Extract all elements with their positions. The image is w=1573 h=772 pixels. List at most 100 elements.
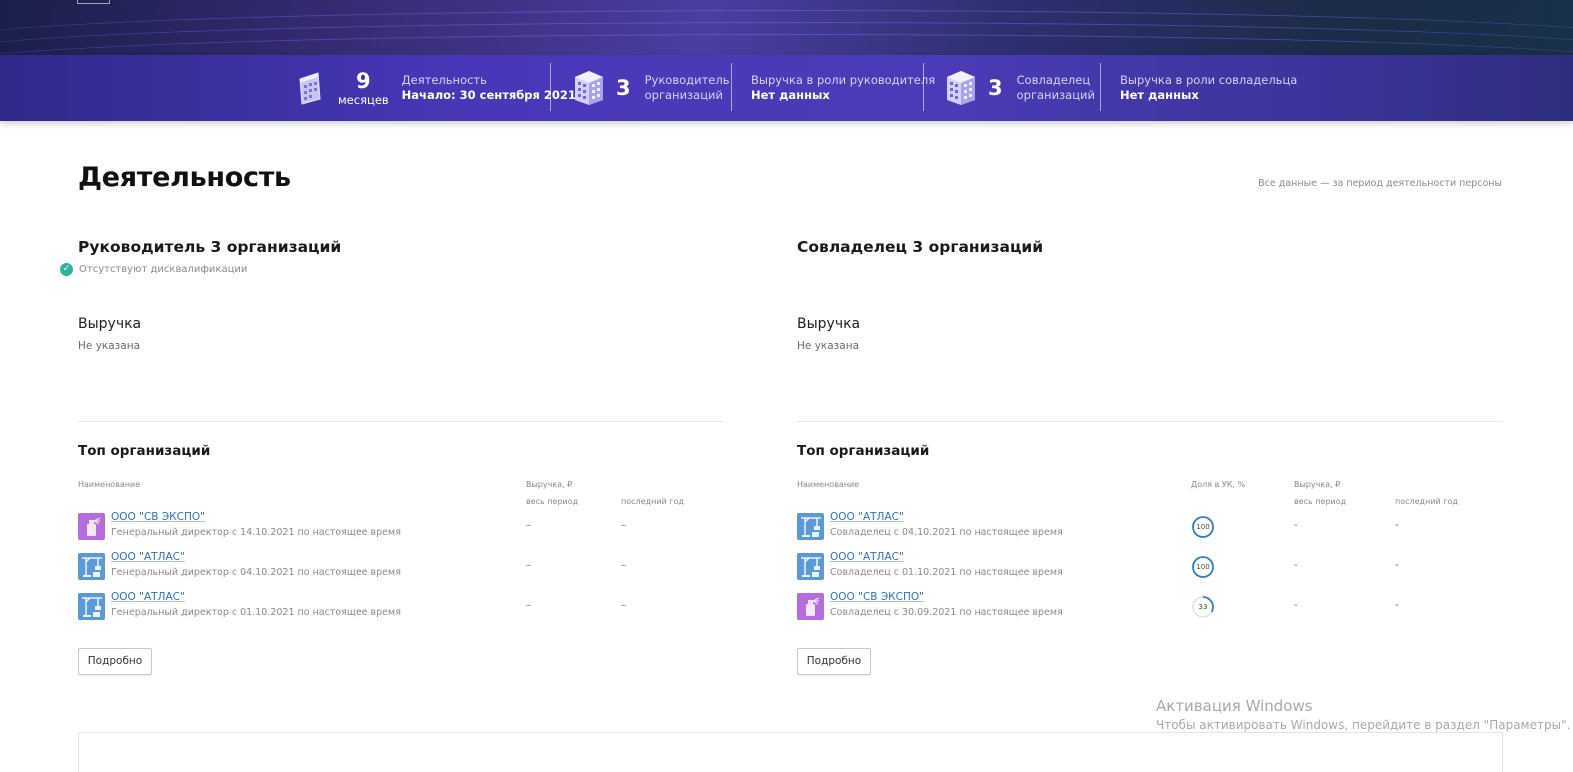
org-spray-icon: [797, 593, 824, 620]
org-name-link[interactable]: ООО "СВ ЭКСПО": [830, 591, 924, 603]
org-role: Совладелец с 01.10.2021 по настоящее вре…: [830, 567, 1063, 578]
stat-head-revenue: Выручка в роли руководителя Нет данных: [751, 55, 935, 121]
building-icon: [575, 71, 603, 105]
head-section-title-wrap: Руководитель 3 организаций: [78, 238, 341, 256]
org-name-link[interactable]: ООО "АТЛАС": [111, 591, 185, 603]
revenue-lastyear: -: [1395, 600, 1399, 611]
col-lastyear-header: последний год: [1395, 497, 1458, 506]
org-role: Генеральный директор с 04.10.2021 по нас…: [111, 567, 401, 578]
table-row: ООО "СВ ЭКСПО" Генеральный директор с 14.…: [78, 511, 723, 543]
head-revenue-text: Не указана: [78, 340, 141, 352]
hero-corner-element: [77, 0, 110, 4]
revenue-period: -: [1294, 520, 1298, 531]
org-role: Генеральный директор с 14.10.2021 по нас…: [111, 527, 401, 538]
divider: [731, 63, 732, 111]
col-name-header: Наименование: [78, 480, 141, 489]
org-name-link[interactable]: ООО "АТЛАС": [830, 511, 904, 523]
share-value: 100: [1196, 523, 1210, 531]
share-value: 33: [1198, 603, 1208, 611]
watermark-text: Чтобы активировать Windows, перейдите в …: [1156, 718, 1571, 732]
col-revenue-header: Выручка, ₽: [526, 480, 573, 489]
owner-revenue-label: Выручка в роли совладельца: [1120, 73, 1298, 87]
head-count: 3: [616, 76, 631, 100]
owner-label-1: Совладелец: [1016, 73, 1091, 87]
org-crane-icon: [78, 593, 105, 620]
org-icon: [797, 553, 824, 580]
head-revenue-label: Выручка в роли руководителя: [751, 73, 936, 87]
table-row: ООО "АТЛАС" Совладелец с 01.10.2021 по на…: [797, 551, 1503, 583]
head-details-button[interactable]: Подробно: [78, 648, 152, 675]
org-crane-icon: [797, 513, 824, 540]
revenue-period: –: [526, 520, 531, 531]
org-icon: [797, 513, 824, 540]
revenue-lastyear: –: [621, 520, 626, 531]
owner-count: 3: [988, 76, 1003, 100]
org-crane-icon: [797, 553, 824, 580]
revenue-lastyear: -: [1395, 560, 1399, 571]
windows-activation-watermark: Активация Windows Чтобы активировать Win…: [1156, 697, 1570, 732]
revenue-period: -: [1294, 560, 1298, 571]
col-period-header: весь период: [526, 497, 579, 506]
org-crane-icon: [78, 553, 105, 580]
org-icon: [797, 593, 824, 620]
col-period-header: весь период: [1294, 497, 1347, 506]
building-icon: [947, 71, 975, 105]
owner-revenue-title: Выручка: [797, 316, 861, 332]
revenue-period: -: [1294, 600, 1298, 611]
revenue-period: –: [526, 560, 531, 571]
org-icon: [78, 553, 105, 580]
owner-top-title: Топ организаций: [797, 443, 930, 459]
col-name-header: Наименование: [797, 480, 860, 489]
stat-activity: 9 месяцев Деятельность Начало: 30 сентяб…: [298, 55, 576, 121]
org-role: Генеральный директор с 01.10.2021 по нас…: [111, 607, 401, 618]
owner-revenue-text: Не указана: [797, 340, 860, 352]
owner-label-2: организаций: [1016, 88, 1095, 102]
stats-bar: 9 месяцев Деятельность Начало: 30 сентяб…: [0, 55, 1573, 121]
divider: [550, 63, 551, 111]
table-row: ООО "СВ ЭКСПО" Совладелец с 30.09.2021 по…: [797, 591, 1503, 623]
table-row: ООО "АТЛАС" Генеральный директор с 04.10.…: [78, 551, 723, 583]
divider-line: [797, 421, 1503, 422]
divider-line: [78, 421, 723, 422]
head-label-1: Руководитель: [644, 73, 730, 87]
col-revenue-header: Выручка, ₽: [1294, 480, 1341, 489]
head-top-title: Топ организаций: [78, 443, 211, 459]
disqualification-text: Отсутствуют дисквалификации: [79, 264, 248, 275]
page-title: Деятельность: [78, 162, 291, 193]
stat-owner-revenue: Выручка в роли совладельца Нет данных: [1120, 55, 1297, 121]
head-section-title: Руководитель 3 организаций: [78, 238, 342, 256]
revenue-lastyear: –: [621, 560, 626, 571]
head-label-2: организаций: [644, 88, 723, 102]
share-value: 100: [1196, 563, 1210, 571]
table-row: ООО "АТЛАС" Генеральный директор с 01.10.…: [78, 591, 723, 623]
owner-section-title-wrap: Совладелец 3 организаций: [797, 238, 1043, 256]
hero-banner: [0, 0, 1573, 55]
check-icon: ✓: [60, 263, 73, 276]
col-lastyear-header: последний год: [621, 497, 684, 506]
divider: [923, 63, 924, 111]
org-role: Совладелец с 04.10.2021 по настоящее вре…: [830, 527, 1063, 538]
org-spray-icon: [78, 513, 105, 540]
revenue-lastyear: –: [621, 600, 626, 611]
share-ring: 33: [1191, 595, 1214, 618]
share-ring: 100: [1191, 555, 1214, 578]
org-name-link[interactable]: ООО "АТЛАС": [111, 551, 185, 563]
owner-section-title: Совладелец 3 организаций: [797, 238, 1044, 256]
revenue-lastyear: -: [1395, 520, 1399, 531]
col-share-header: Доля в УК, %: [1191, 480, 1246, 489]
org-icon: [78, 593, 105, 620]
owner-details-button[interactable]: Подробно: [797, 648, 871, 675]
org-role: Совладелец с 30.09.2021 по настоящее вре…: [830, 607, 1063, 618]
org-name-link[interactable]: ООО "СВ ЭКСПО": [111, 511, 205, 523]
months-number: 9: [356, 68, 371, 93]
share-ring: 100: [1191, 515, 1214, 538]
head-revenue-value: Нет данных: [751, 88, 830, 102]
org-name-link[interactable]: ООО "АТЛАС": [830, 551, 904, 563]
watermark-title: Активация Windows: [1156, 697, 1313, 715]
next-section-card: [78, 732, 1503, 772]
head-revenue-title: Выручка: [78, 316, 142, 332]
disqualification-status: ✓ Отсутствуют дисквалификации: [60, 263, 247, 276]
divider: [1100, 63, 1101, 111]
owner-revenue-value: Нет данных: [1120, 88, 1199, 102]
stat-head: 3 Руководитель организаций: [574, 55, 730, 121]
